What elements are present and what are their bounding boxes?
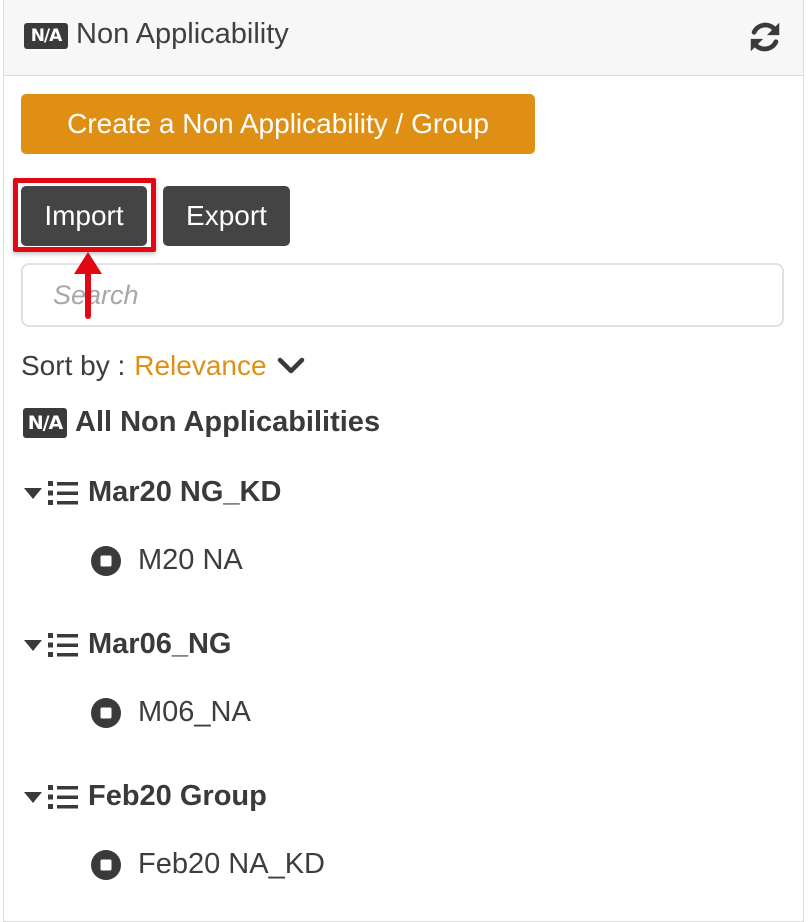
na-badge-icon: N/A xyxy=(23,407,67,438)
create-non-applicability-button[interactable]: Create a Non Applicability / Group xyxy=(21,94,535,154)
panel-header: N/A Non Applicability xyxy=(4,0,803,76)
sort-label: Sort by : xyxy=(21,350,126,381)
panel-title: Non Applicability xyxy=(76,18,289,50)
stop-circle-icon xyxy=(91,849,121,880)
list-item[interactable]: M06_NA xyxy=(90,696,251,729)
non-applicability-panel: N/A Non Applicability Create a Non Appli… xyxy=(3,0,804,922)
stop-circle-icon xyxy=(91,545,121,576)
list-icon xyxy=(48,784,78,809)
refresh-icon[interactable] xyxy=(746,18,784,56)
export-button[interactable]: Export xyxy=(163,186,290,246)
list-item[interactable]: Feb20 NA_KD xyxy=(90,848,325,881)
import-button[interactable]: Import xyxy=(21,186,147,246)
all-non-applicabilities-item[interactable]: N/A All Non Applicabilities xyxy=(23,406,380,439)
search-input[interactable] xyxy=(21,263,784,327)
list-icon xyxy=(48,480,78,505)
chevron-down-icon[interactable] xyxy=(277,356,305,376)
group-item[interactable]: Mar20 NG_KD xyxy=(23,476,281,509)
group-label: Mar06_NG xyxy=(88,628,232,660)
caret-down-icon[interactable] xyxy=(23,638,43,652)
sort-value-dropdown[interactable]: Relevance xyxy=(134,350,266,382)
item-label: Feb20 NA_KD xyxy=(138,848,325,880)
caret-down-icon[interactable] xyxy=(23,790,43,804)
list-icon xyxy=(48,632,78,657)
stop-circle-icon xyxy=(91,697,121,728)
na-badge-icon: N/A xyxy=(24,23,68,49)
group-label: Mar20 NG_KD xyxy=(88,476,282,508)
group-label: Feb20 Group xyxy=(88,780,267,812)
item-label: M06_NA xyxy=(138,696,251,728)
item-label: M20 NA xyxy=(138,544,243,576)
all-non-applicabilities-label: All Non Applicabilities xyxy=(75,406,381,438)
caret-down-icon[interactable] xyxy=(23,486,43,500)
list-item[interactable]: M20 NA xyxy=(90,544,243,577)
sort-control: Sort by : Relevance xyxy=(21,350,305,382)
group-item[interactable]: Feb20 Group xyxy=(23,780,267,813)
group-item[interactable]: Mar06_NG xyxy=(23,628,231,661)
